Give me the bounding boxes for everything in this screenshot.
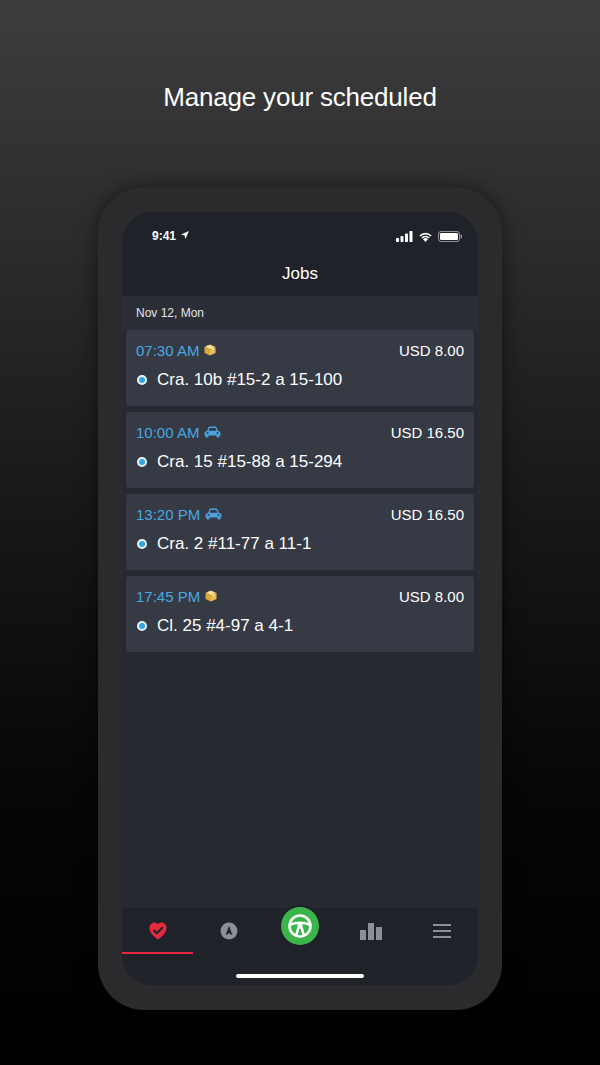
screen-title: Jobs: [282, 260, 318, 288]
promo-page: Manage your scheduled 9:41 Jobs Nov 12, …: [0, 0, 600, 1065]
pickup-dot-icon: [137, 621, 147, 631]
tab-item[interactable]: [407, 908, 478, 954]
job-address: Cra. 15 #15-88 a 15-294: [157, 452, 342, 472]
status-time: 9:41: [152, 229, 176, 243]
car-icon: [205, 508, 222, 520]
job-card[interactable]: 13:20 PM USD 16.50 Cra. 2 #11-77 a 11-1: [126, 494, 474, 570]
job-time: 17:45 PM: [136, 588, 200, 605]
job-address: Cra. 10b #15-2 a 15-100: [157, 370, 342, 390]
drive-button: [281, 907, 319, 945]
phone-frame: 9:41 Jobs Nov 12, Mon 07:30 AM USD 8.00 …: [98, 187, 502, 1010]
phone-screen: 9:41 Jobs Nov 12, Mon 07:30 AM USD 8.00 …: [122, 212, 478, 985]
tab-item[interactable]: [336, 908, 407, 954]
job-address: Cl. 25 #4-97 a 4-1: [157, 616, 293, 636]
location-arrow-icon: [181, 231, 189, 239]
job-address: Cra. 2 #11-77 a 11-1: [157, 534, 311, 554]
tab-bar: [122, 908, 478, 985]
headline: Manage your scheduled: [163, 81, 436, 113]
stats-icon: [359, 922, 383, 940]
job-card[interactable]: 10:00 AM USD 16.50 Cra. 15 #15-88 a 15-2…: [126, 412, 474, 488]
job-price: USD 8.00: [399, 588, 464, 605]
screen-header: Jobs: [122, 260, 478, 296]
package-icon: [205, 590, 217, 602]
package-icon: [204, 344, 216, 356]
job-card[interactable]: 17:45 PM USD 8.00 Cl. 25 #4-97 a 4-1: [126, 576, 474, 652]
date-header: Nov 12, Mon: [122, 296, 478, 330]
tab-item[interactable]: [193, 908, 264, 954]
signal-icon: [396, 231, 413, 242]
pickup-dot-icon: [137, 539, 147, 549]
job-list: 07:30 AM USD 8.00 Cra. 10b #15-2 a 15-10…: [122, 330, 478, 652]
job-time: 07:30 AM: [136, 342, 199, 359]
job-time: 13:20 PM: [136, 506, 200, 523]
car-icon: [204, 426, 221, 438]
home-indicator: [236, 974, 364, 978]
wifi-icon: [418, 231, 433, 242]
job-time: 10:00 AM: [136, 424, 199, 441]
pickup-dot-icon: [137, 375, 147, 385]
menu-icon: [432, 923, 452, 939]
battery-icon: [438, 231, 462, 242]
pickup-dot-icon: [137, 457, 147, 467]
date-label: Nov 12, Mon: [136, 306, 204, 320]
job-price: USD 16.50: [391, 424, 464, 441]
job-card[interactable]: 07:30 AM USD 8.00 Cra. 10b #15-2 a 15-10…: [126, 330, 474, 406]
tab-item[interactable]: [122, 908, 193, 954]
navigate-icon: [220, 922, 238, 940]
job-price: USD 8.00: [399, 342, 464, 359]
steering-wheel-icon: [287, 913, 313, 939]
jobs-check-icon: [148, 921, 168, 941]
tab-item[interactable]: [264, 908, 335, 954]
active-tab-indicator: [122, 952, 193, 954]
status-bar: 9:41: [122, 212, 478, 260]
job-price: USD 16.50: [391, 506, 464, 523]
